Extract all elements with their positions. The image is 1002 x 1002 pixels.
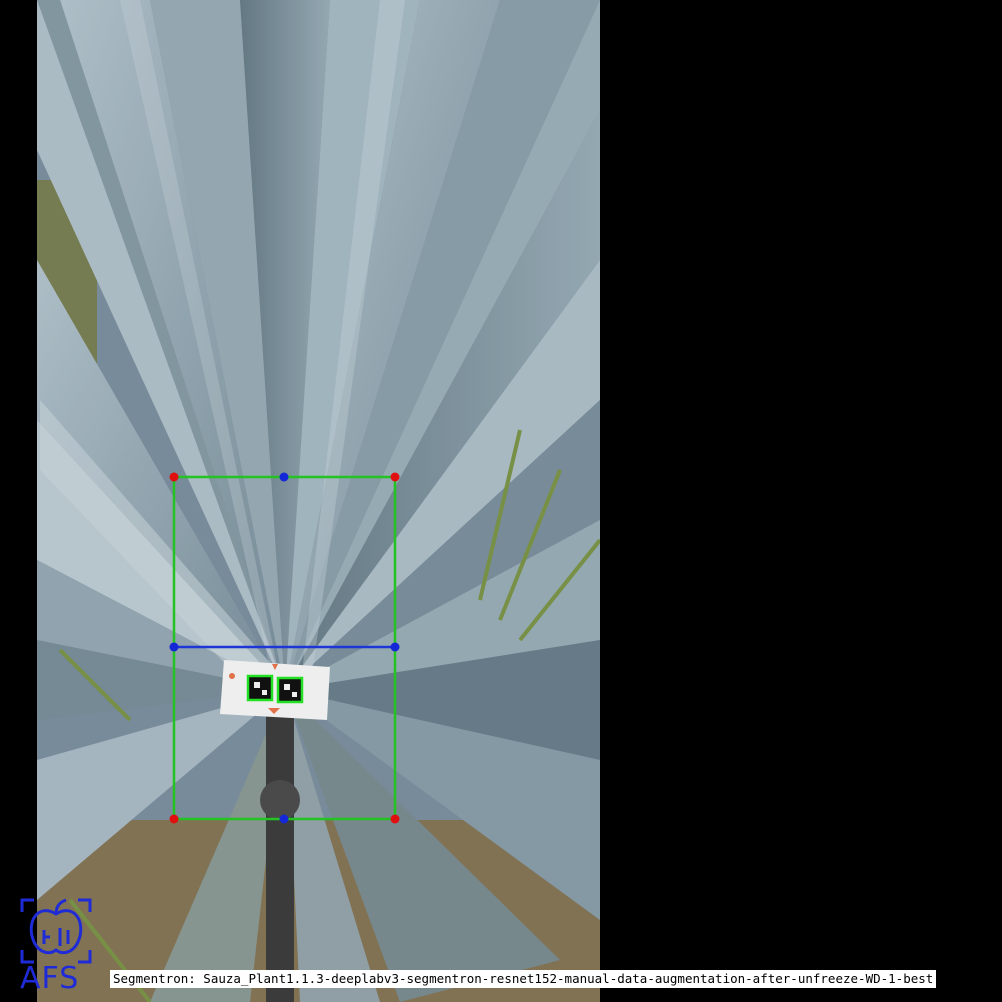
corner-point: [169, 814, 179, 824]
agave-photo: [37, 0, 600, 1002]
corner-point: [390, 472, 400, 482]
midpoint: [279, 472, 289, 482]
logo-text: AFS: [20, 961, 80, 996]
model-caption: Segmentron: Sauza_Plant1.1.3-deeplabv3-s…: [110, 970, 937, 988]
midpoint: [279, 814, 289, 824]
calibration-card: [220, 660, 330, 720]
midpoint: [390, 642, 400, 652]
midpoint: [169, 642, 179, 652]
corner-point: [390, 814, 400, 824]
corner-point: [169, 472, 179, 482]
measuring-stake: [266, 715, 294, 1002]
segmentation-scene: [0, 0, 1002, 1002]
